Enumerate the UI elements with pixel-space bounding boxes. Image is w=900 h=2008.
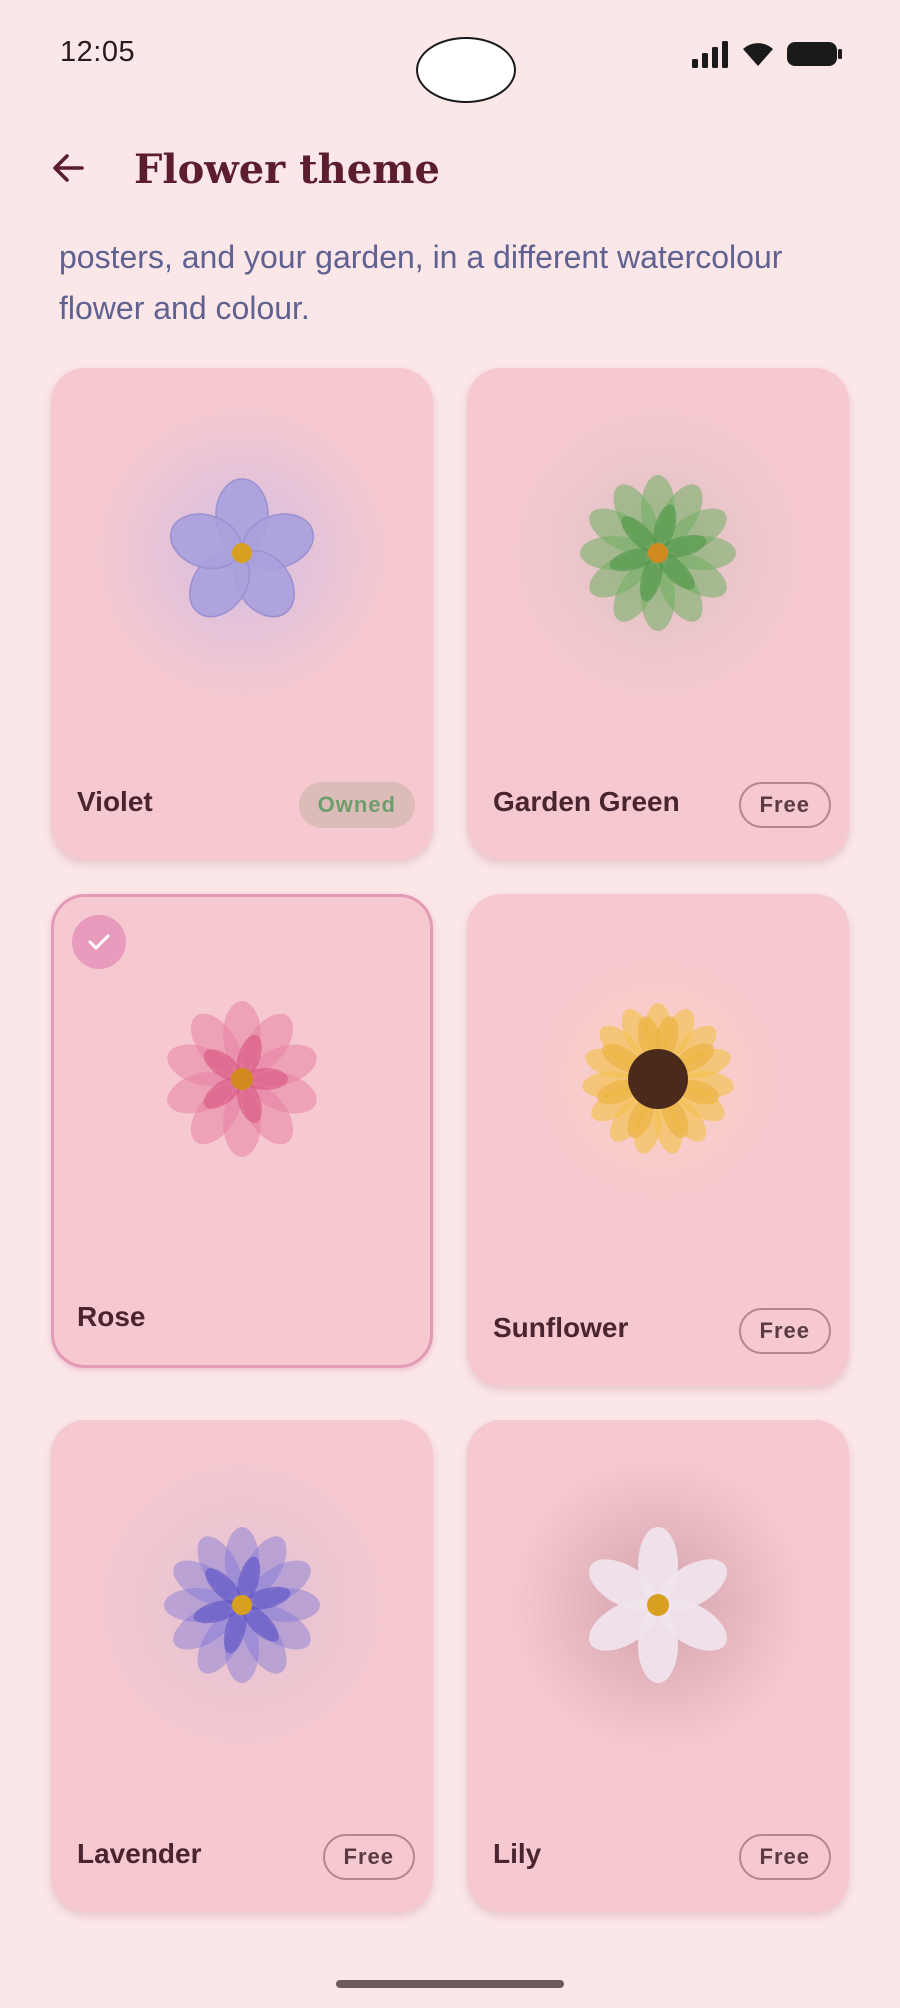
- free-badge[interactable]: Free: [738, 1308, 831, 1354]
- theme-name: Violet: [77, 786, 153, 817]
- check-icon: [88, 934, 110, 950]
- status-time: 12:05: [60, 36, 136, 68]
- theme-name: Rose: [77, 1301, 146, 1332]
- theme-name: Garden Green: [493, 786, 680, 817]
- free-badge[interactable]: Free: [738, 1834, 831, 1880]
- status-bar: 12:05: [0, 0, 900, 110]
- wifi-icon: [743, 43, 773, 66]
- system-icons: [690, 36, 844, 72]
- theme-card-rose[interactable]: Rose: [51, 894, 433, 1368]
- free-badge[interactable]: Free: [322, 1834, 415, 1880]
- theme-card-lavender[interactable]: Lavender Free: [51, 1420, 433, 1912]
- lily-flower-icon: [588, 1527, 728, 1683]
- battery-icon: [787, 42, 842, 66]
- garden-green-flower-icon: [580, 475, 736, 631]
- page-title: Flower theme: [134, 146, 440, 193]
- sunflower-flower-icon: [582, 1003, 734, 1154]
- theme-card-violet[interactable]: Violet Owned: [51, 368, 433, 860]
- free-badge[interactable]: Free: [738, 782, 831, 828]
- rose-flower-icon: [167, 1001, 317, 1157]
- lavender-flower-icon: [164, 1527, 320, 1683]
- signal-icon: [692, 41, 728, 68]
- arrow-back-icon: [53, 154, 84, 182]
- home-indicator[interactable]: [336, 1980, 564, 1988]
- violet-flower-icon: [169, 478, 315, 618]
- camera-cutout: [416, 37, 516, 103]
- selected-check: [72, 915, 126, 969]
- back-button[interactable]: [44, 144, 92, 192]
- owned-badge: Owned: [298, 782, 415, 828]
- theme-name: Lily: [493, 1838, 542, 1869]
- theme-description: posters, and your garden, in a different…: [59, 239, 783, 326]
- theme-card-lily[interactable]: Lily Free: [467, 1420, 849, 1912]
- theme-card-sunflower[interactable]: Sunflower Free: [467, 894, 849, 1386]
- app-bar: Flower theme: [0, 130, 900, 210]
- theme-name: Sunflower: [493, 1312, 629, 1343]
- theme-name: Lavender: [77, 1838, 202, 1869]
- theme-card-garden-green[interactable]: Garden Green Free: [467, 368, 849, 860]
